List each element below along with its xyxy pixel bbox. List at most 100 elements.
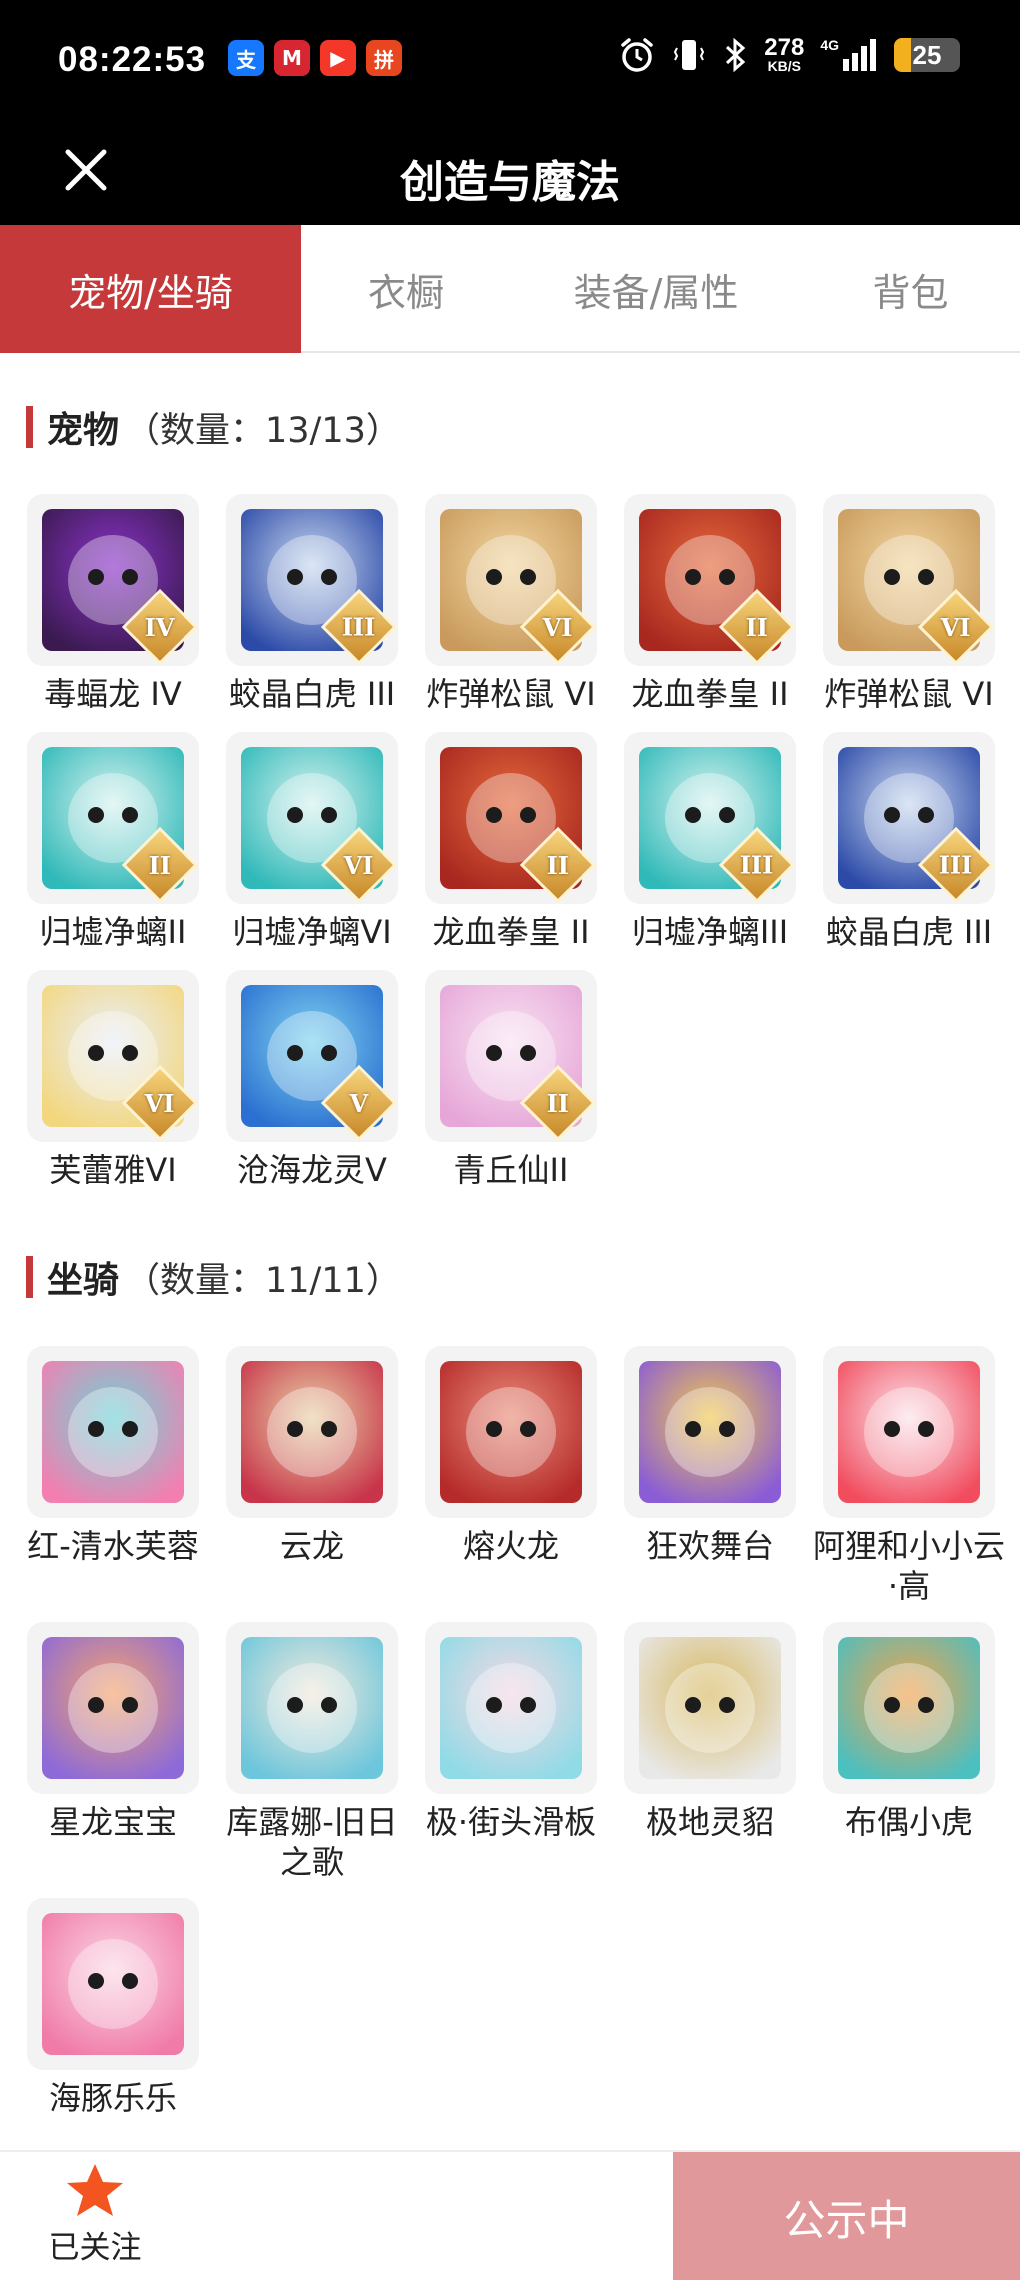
pets-thumbnail: III: [226, 494, 398, 666]
artwork-eye: [884, 1697, 900, 1713]
pets-section-count: （数量：13/13）: [125, 410, 401, 451]
mounts-thumbnail: [624, 1622, 796, 1794]
artwork-highlight: [864, 1663, 954, 1753]
rank-numeral: III: [740, 850, 774, 880]
tab-2[interactable]: 衣橱: [301, 225, 511, 353]
mounts-artwork: [241, 1361, 383, 1503]
artwork-highlight: [68, 1663, 158, 1753]
artwork-eye: [88, 807, 104, 823]
pets-thumbnail: II: [27, 732, 199, 904]
tab-1[interactable]: 宠物/坐骑: [0, 225, 301, 353]
pets-thumbnail: VI: [823, 494, 995, 666]
mounts-artwork: [838, 1637, 980, 1779]
status-bar: 08:22:53 支 M ▶ 拼 278 KB/S 4G 25: [0, 0, 1020, 120]
pets-section-header: 宠物 （数量：13/13）: [26, 402, 401, 452]
pets-thumbnail: II: [425, 970, 597, 1142]
tab-3[interactable]: 装备/属性: [511, 225, 801, 353]
status-indicators: 278 KB/S 4G 25: [618, 36, 960, 74]
pets-item[interactable]: II 龙血拳皇 II: [425, 732, 597, 970]
mounts-item[interactable]: 极地灵貂: [624, 1622, 796, 1898]
artwork-highlight: [864, 1387, 954, 1477]
rank-numeral: II: [745, 612, 769, 642]
mounts-thumbnail: [226, 1622, 398, 1794]
mounts-thumbnail: [226, 1346, 398, 1518]
artwork-eye: [685, 807, 701, 823]
artwork-highlight: [68, 1387, 158, 1477]
mounts-section-count: （数量：11/11）: [125, 1260, 401, 1301]
artwork-eye: [486, 807, 502, 823]
artwork-eye: [719, 569, 735, 585]
battery-indicator: 25: [894, 38, 960, 72]
mounts-item[interactable]: 布偶小虎: [823, 1622, 995, 1898]
pets-item[interactable]: II 龙血拳皇 II: [624, 494, 796, 732]
mounts-thumbnail: [425, 1622, 597, 1794]
artwork-eye: [287, 1045, 303, 1061]
pets-thumbnail: III: [823, 732, 995, 904]
mounts-item[interactable]: 狂欢舞台: [624, 1346, 796, 1622]
rank-numeral: IV: [145, 612, 175, 642]
artwork-eye: [88, 1045, 104, 1061]
pets-item[interactable]: VI 归墟净螭VI: [226, 732, 398, 970]
pets-item[interactable]: IV 毒蝠龙 IV: [27, 494, 199, 732]
cmb-bank-icon: M: [274, 40, 310, 76]
pets-thumbnail: II: [624, 494, 796, 666]
artwork-eye: [685, 569, 701, 585]
mounts-item[interactable]: 阿狸和小小云·高: [813, 1346, 1005, 1622]
follow-button[interactable]: 已关注: [40, 2162, 150, 2267]
rank-numeral: III: [939, 850, 973, 880]
mounts-artwork: [838, 1361, 980, 1503]
mounts-item[interactable]: 海豚乐乐: [27, 1898, 199, 2174]
pets-item[interactable]: VI 炸弹松鼠 VI: [823, 494, 995, 732]
artwork-eye: [122, 569, 138, 585]
section-accent-bar: [26, 406, 33, 448]
artwork-eye: [719, 807, 735, 823]
mounts-item[interactable]: 星龙宝宝: [27, 1622, 199, 1898]
mounts-item[interactable]: 红-清水芙蓉: [27, 1346, 199, 1622]
cellular-signal: 4G: [820, 37, 878, 73]
mounts-thumbnail: [823, 1622, 995, 1794]
mounts-name: 极·街头滑板: [425, 1803, 597, 1841]
pets-name: 归墟净螭III: [631, 913, 789, 951]
mounts-grid: 红-清水芙蓉 云龙 熔火龙 狂欢舞台 阿狸和小小云·高星龙宝宝 库露娜-旧日之歌 极·街头滑…: [27, 1346, 1005, 2174]
alipay-icon: 支: [228, 40, 264, 76]
mounts-name: 布偶小虎: [844, 1803, 973, 1841]
pets-item[interactable]: III 蛟晶白虎 III: [823, 732, 995, 970]
pets-item[interactable]: VI 芙蕾雅VI: [27, 970, 199, 1208]
artwork-eye: [486, 1697, 502, 1713]
pets-name: 炸弹松鼠 VI: [426, 675, 596, 713]
artwork-eye: [287, 1421, 303, 1437]
pets-thumbnail: VI: [226, 732, 398, 904]
pets-name: 龙血拳皇 II: [631, 675, 789, 713]
pets-thumbnail: II: [425, 732, 597, 904]
mounts-item[interactable]: 云龙: [226, 1346, 398, 1622]
title-bar: 创造与魔法: [0, 120, 1020, 225]
artwork-eye: [486, 1045, 502, 1061]
pets-thumbnail: IV: [27, 494, 199, 666]
pets-item[interactable]: VI 炸弹松鼠 VI: [425, 494, 597, 732]
artwork-highlight: [466, 1663, 556, 1753]
mounts-name: 库露娜-旧日之歌: [226, 1803, 398, 1881]
artwork-eye: [918, 807, 934, 823]
artwork-highlight: [267, 1387, 357, 1477]
artwork-eye: [321, 1045, 337, 1061]
bluetooth-icon: [726, 37, 746, 73]
pets-name: 龙血拳皇 II: [432, 913, 590, 951]
artwork-eye: [287, 569, 303, 585]
pets-name: 沧海龙灵V: [237, 1151, 387, 1189]
pets-item[interactable]: II 青丘仙II: [425, 970, 597, 1208]
mounts-item[interactable]: 库露娜-旧日之歌: [226, 1622, 398, 1898]
pets-item[interactable]: III 蛟晶白虎 III: [226, 494, 398, 732]
artwork-eye: [685, 1697, 701, 1713]
pets-item[interactable]: III 归墟净螭III: [624, 732, 796, 970]
artwork-highlight: [68, 1939, 158, 2029]
mounts-item[interactable]: 极·街头滑板: [425, 1622, 597, 1898]
pets-item[interactable]: II 归墟净螭II: [27, 732, 199, 970]
artwork-eye: [520, 1421, 536, 1437]
mounts-item[interactable]: 熔火龙: [425, 1346, 597, 1622]
pets-name: 芙蕾雅VI: [49, 1151, 177, 1189]
pets-item[interactable]: V 沧海龙灵V: [226, 970, 398, 1208]
tab-4[interactable]: 背包: [801, 225, 1020, 353]
artwork-eye: [88, 1421, 104, 1437]
pets-thumbnail: III: [624, 732, 796, 904]
status-button[interactable]: 公示中: [673, 2152, 1020, 2280]
